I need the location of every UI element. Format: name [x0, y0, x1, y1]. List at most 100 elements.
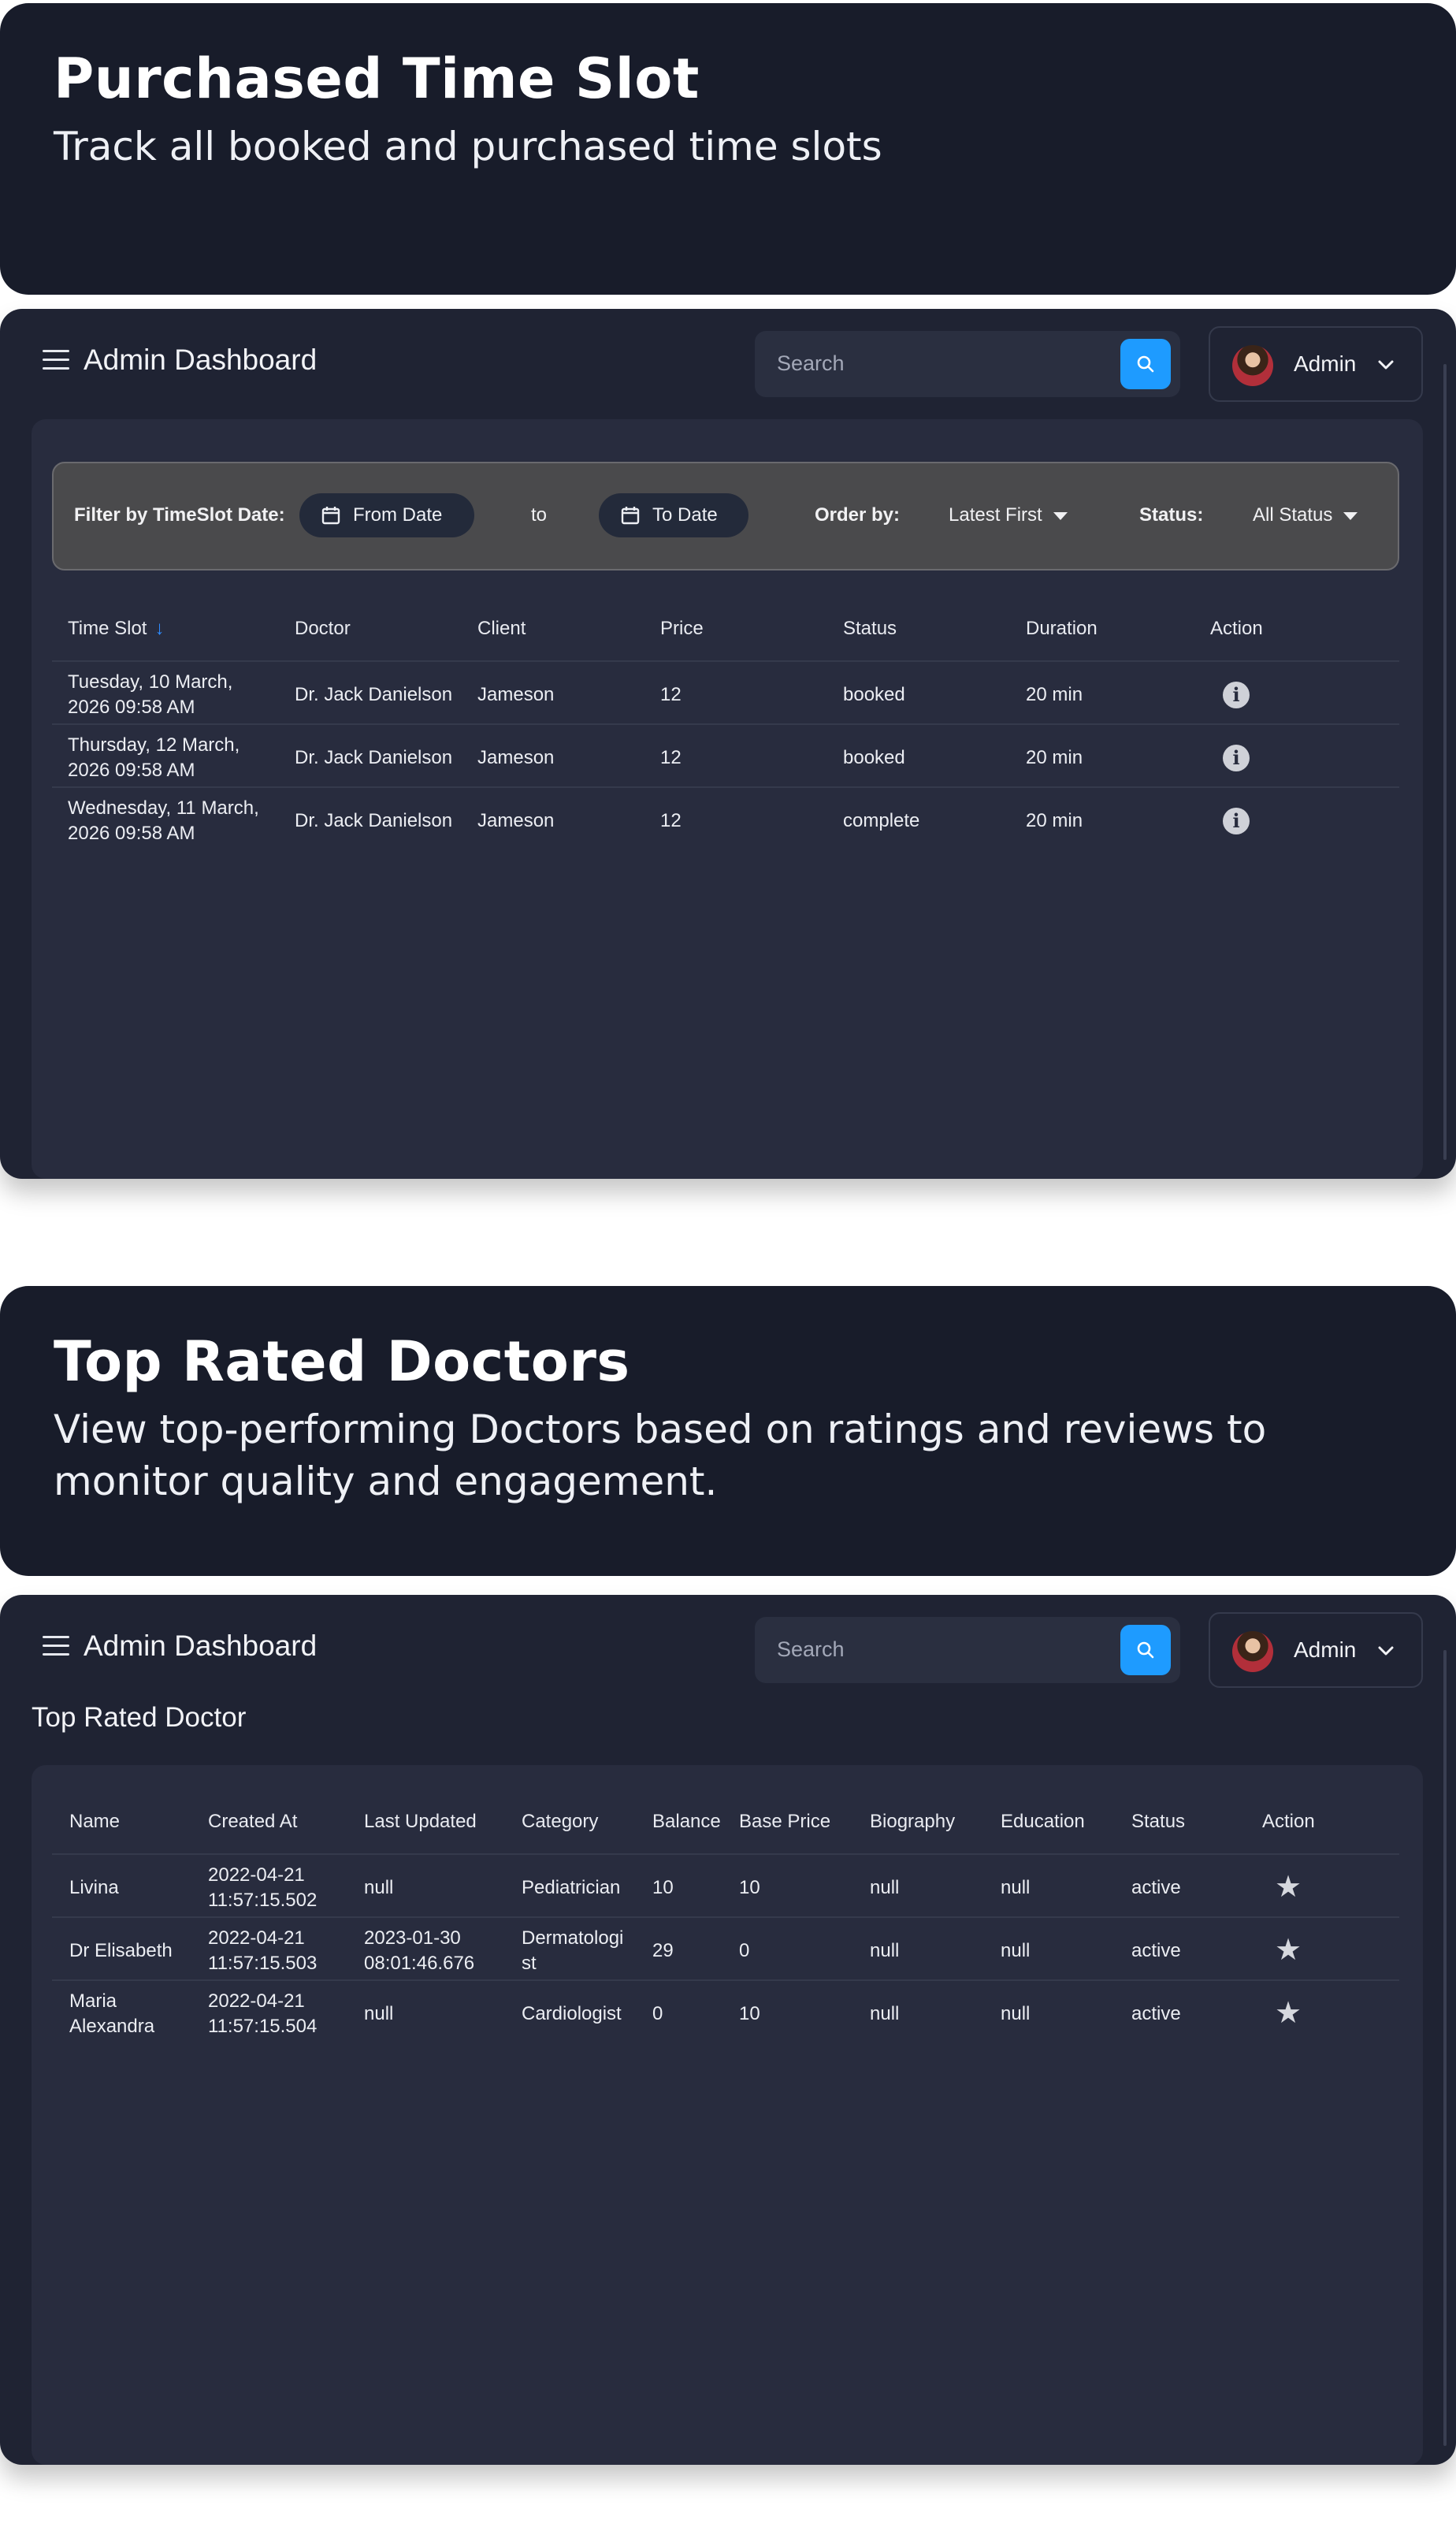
- cell-category: Cardiologist: [522, 2003, 622, 2024]
- cell-education: null: [1001, 1877, 1031, 1898]
- info-icon[interactable]: i: [1223, 745, 1250, 771]
- cell-client: Jameson: [477, 747, 555, 768]
- cell-base-price: 10: [739, 1877, 760, 1898]
- cell-status: active: [1131, 1940, 1181, 1961]
- cell-last-updated: 2023-01-30 08:01:46.676: [364, 1927, 475, 1974]
- filter-label: Filter by TimeSlot Date:: [74, 504, 285, 526]
- sort-down-arrow-icon[interactable]: ↓: [154, 618, 164, 640]
- cell-biography: null: [870, 2003, 900, 2024]
- app-title: Admin Dashboard: [84, 344, 318, 376]
- scrollbar[interactable]: [1443, 364, 1447, 1160]
- cell-education: null: [1001, 2003, 1031, 2024]
- col-client: Client: [477, 618, 526, 639]
- cell-last-updated: null: [364, 2003, 394, 2024]
- col-status: Status: [1131, 1811, 1186, 1832]
- star-icon[interactable]: ★: [1275, 1998, 1302, 2028]
- cell-status: booked: [843, 747, 905, 768]
- section-banner-doctors: Top Rated Doctors View top-performing Do…: [0, 1286, 1456, 1576]
- calendar-icon: [321, 507, 340, 525]
- section-title: Top Rated Doctors: [54, 1329, 630, 1394]
- cell-balance: 0: [652, 2003, 663, 2024]
- cell-name: Dr Elisabeth: [69, 1940, 173, 1961]
- to-date-label: To Date: [652, 504, 718, 526]
- cell-doctor: Dr. Jack Danielson: [295, 747, 453, 768]
- status-select[interactable]: All Status: [1253, 504, 1358, 526]
- app-title: Admin Dashboard: [84, 1630, 318, 1662]
- cell-balance: 10: [652, 1877, 674, 1898]
- caret-down-icon: [1053, 511, 1068, 520]
- to-text: to: [531, 504, 548, 526]
- filter-bar: Filter by TimeSlot Date: From Date to To…: [52, 462, 1399, 570]
- search-icon: [1137, 355, 1154, 373]
- cell-education: null: [1001, 1940, 1031, 1961]
- timeslot-card: Filter by TimeSlot Date: From Date to To…: [32, 419, 1423, 1179]
- search-icon: [1137, 1641, 1154, 1659]
- order-select[interactable]: Latest First: [949, 504, 1068, 526]
- cell-client: Jameson: [477, 684, 555, 705]
- to-date-button[interactable]: To Date: [599, 493, 748, 537]
- avatar: [1232, 1631, 1273, 1672]
- divider: [52, 660, 1399, 662]
- hamburger-icon[interactable]: [43, 350, 69, 370]
- section-subtitle: Track all booked and purchased time slot…: [54, 124, 882, 169]
- search-box[interactable]: Search: [755, 331, 1180, 397]
- scrollbar[interactable]: [1443, 1650, 1447, 2446]
- col-status: Status: [843, 618, 897, 639]
- cell-name: Maria Alexandra: [69, 1990, 155, 2037]
- info-icon[interactable]: i: [1223, 682, 1250, 708]
- cell-created-at: 2022-04-21 11:57:15.503: [208, 1927, 318, 1974]
- cell-time-slot: Wednesday, 11 March, 2026 09:58 AM: [68, 797, 259, 844]
- search-button[interactable]: [1120, 1625, 1171, 1675]
- cell-created-at: 2022-04-21 11:57:15.504: [208, 1990, 318, 2037]
- hamburger-icon[interactable]: [43, 1636, 69, 1656]
- chevron-down-icon[interactable]: [1376, 355, 1396, 375]
- cell-price: 12: [660, 684, 682, 705]
- divider: [52, 723, 1399, 725]
- cell-doctor: Dr. Jack Danielson: [295, 810, 453, 831]
- search-input[interactable]: Search: [777, 1637, 845, 1662]
- col-action: Action: [1262, 1811, 1315, 1832]
- divider: [52, 786, 1399, 788]
- user-menu[interactable]: Admin: [1209, 1612, 1423, 1688]
- search-input[interactable]: Search: [777, 351, 845, 376]
- cell-doctor: Dr. Jack Danielson: [295, 684, 453, 705]
- cell-duration: 20 min: [1026, 810, 1083, 831]
- cell-base-price: 10: [739, 2003, 760, 2024]
- cell-time-slot: Thursday, 12 March, 2026 09:58 AM: [68, 734, 240, 781]
- cell-status: booked: [843, 684, 905, 705]
- avatar: [1232, 345, 1273, 386]
- col-education: Education: [1001, 1811, 1085, 1832]
- info-icon[interactable]: i: [1223, 808, 1250, 834]
- divider: [52, 1979, 1399, 1981]
- cell-status: active: [1131, 1877, 1181, 1898]
- from-date-button[interactable]: From Date: [299, 493, 474, 537]
- cell-category: Dermatologi st: [522, 1927, 624, 1974]
- cell-biography: null: [870, 1877, 900, 1898]
- order-label: Order by:: [815, 504, 901, 526]
- doctors-card: Name Created At Last Updated Category Ba…: [32, 1765, 1423, 2465]
- chevron-down-icon[interactable]: [1376, 1641, 1396, 1661]
- section-subtitle: View top-performing Doctors based on rat…: [54, 1407, 1267, 1504]
- col-name: Name: [69, 1811, 121, 1832]
- divider: [52, 1853, 1399, 1855]
- section-banner-timeslot: Purchased Time Slot Track all booked and…: [0, 3, 1456, 295]
- cell-status: active: [1131, 2003, 1181, 2024]
- col-duration: Duration: [1026, 618, 1098, 639]
- cell-last-updated: null: [364, 1877, 394, 1898]
- col-category: Category: [522, 1811, 599, 1832]
- cell-name: Livina: [69, 1877, 119, 1898]
- section-title: Purchased Time Slot: [54, 46, 700, 111]
- search-button[interactable]: [1120, 339, 1171, 389]
- user-menu[interactable]: Admin: [1209, 326, 1423, 402]
- cell-duration: 20 min: [1026, 747, 1083, 768]
- star-icon[interactable]: ★: [1275, 1935, 1302, 1965]
- cell-price: 12: [660, 747, 682, 768]
- order-value: Latest First: [949, 504, 1042, 526]
- cell-status: complete: [843, 810, 920, 831]
- col-created-at: Created At: [208, 1811, 298, 1832]
- col-time-slot[interactable]: Time Slot ↓: [68, 618, 164, 640]
- star-icon[interactable]: ★: [1275, 1872, 1302, 1902]
- search-box[interactable]: Search: [755, 1617, 1180, 1683]
- col-last-updated: Last Updated: [364, 1811, 477, 1832]
- from-date-label: From Date: [353, 504, 443, 526]
